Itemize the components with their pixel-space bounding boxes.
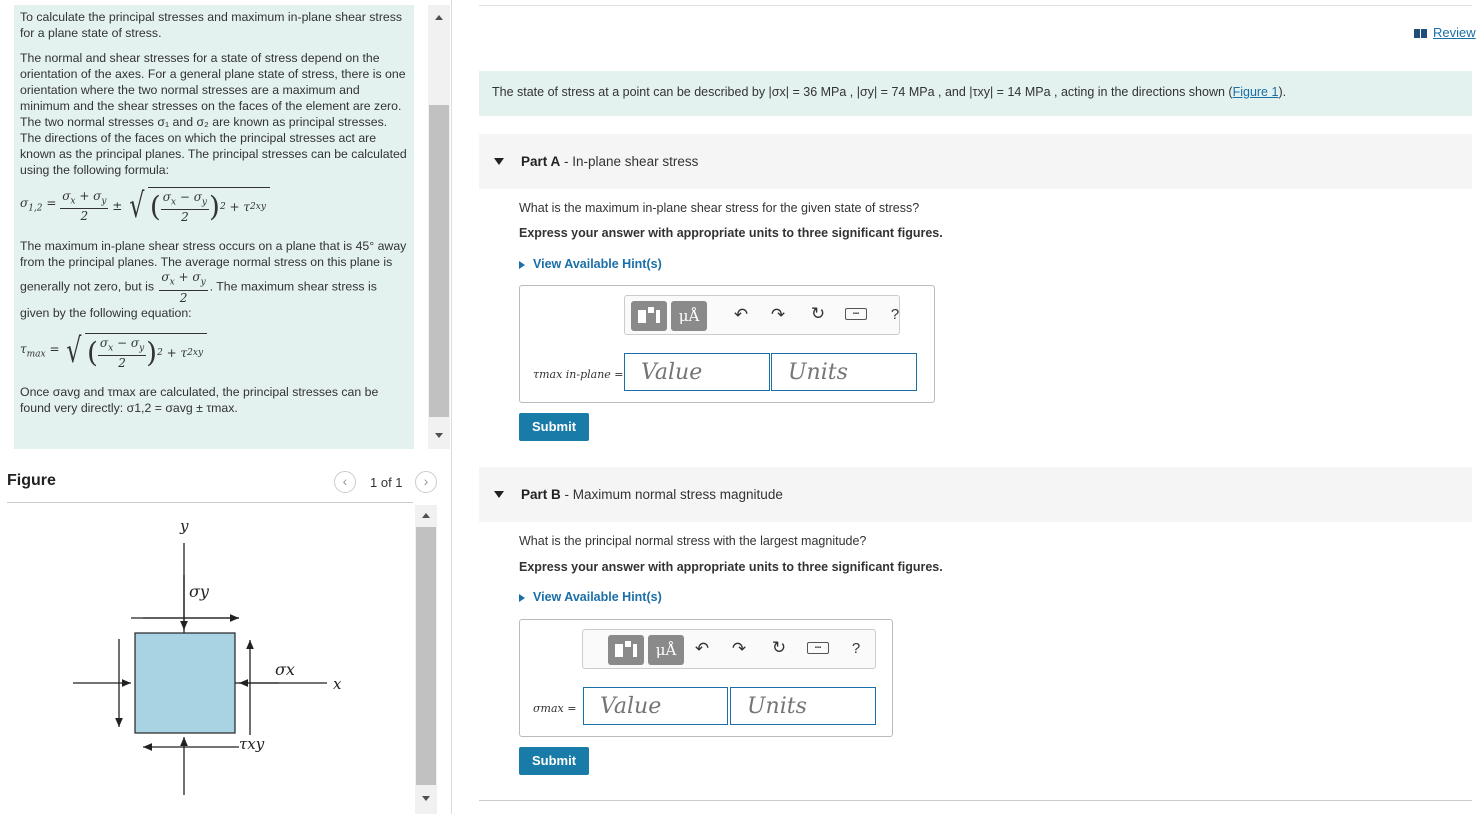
bottom-divider (479, 800, 1472, 801)
stress-element-diagram: y σy σx x τxy (73, 517, 342, 795)
part-a-answer-box: μÅ ↶ ↷ ↻ ▪▪▪ ? τmax in-plane = (519, 285, 935, 403)
figure-link[interactable]: Figure 1 (1233, 85, 1279, 99)
intro-paragraph-2: The normal and shear stresses for a stat… (20, 51, 407, 177)
undo-icon[interactable]: ↶ (691, 639, 713, 659)
part-b-answer-label: σmax = (533, 702, 577, 715)
part-b-value-input[interactable] (583, 687, 728, 725)
part-a-instruction: Express your answer with appropriate uni… (519, 226, 943, 240)
scroll-down-icon[interactable] (435, 433, 443, 438)
part-a-header[interactable]: Part A - In-plane shear stress (479, 134, 1472, 189)
redo-icon[interactable]: ↷ (767, 305, 789, 325)
collapse-caret-icon[interactable] (494, 158, 504, 165)
max-shear-formula: τmax = √(σx − σy 2) 2 + τ 2 xy (20, 332, 408, 370)
sigma-x-label: σx (275, 660, 295, 679)
figure-next-button[interactable]: › (415, 471, 437, 493)
figure-divider (7, 502, 413, 503)
part-b-header[interactable]: Part B - Maximum normal stress magnitude (479, 467, 1472, 522)
reset-icon[interactable]: ↻ (807, 304, 829, 324)
review-icon (1414, 29, 1428, 39)
part-b-hint-link[interactable]: View Available Hint(s) (519, 590, 662, 604)
figure-scroll-down-icon[interactable] (422, 796, 430, 801)
figure-page-count: 1 of 1 (370, 475, 403, 490)
part-b-toolbar: μÅ ↶ ↷ ↻ ▪▪▪ ? (582, 629, 876, 669)
figure-title: Figure (7, 472, 56, 489)
intro-paragraph-1: To calculate the principal stresses and … (20, 10, 403, 40)
figure-scroll-thumb[interactable] (416, 527, 436, 785)
keyboard-icon[interactable]: ▪▪▪ (845, 308, 867, 320)
part-a-value-input[interactable] (624, 353, 770, 391)
part-b-title: Part B - Maximum normal stress magnitude (521, 487, 783, 502)
problem-text: The state of stress at a point can be de… (492, 85, 1233, 99)
template-icon[interactable] (608, 635, 644, 665)
left-pane: To calculate the principal stresses and … (0, 0, 452, 814)
problem-statement: The state of stress at a point can be de… (479, 71, 1472, 116)
keyboard-icon[interactable]: ▪▪▪ (807, 642, 829, 654)
part-a-hint-link[interactable]: View Available Hint(s) (519, 257, 662, 271)
part-a-answer-label: τmax in-plane = (533, 368, 624, 381)
intro-paragraph-3: The maximum in-plane shear stress occurs… (20, 239, 407, 320)
figure-prev-button[interactable]: ‹ (334, 471, 356, 493)
expand-triangle-icon (519, 593, 525, 602)
figure-header: Figure ‹ 1 of 1 › (0, 462, 452, 502)
part-a-question: What is the maximum in-plane shear stres… (519, 201, 920, 215)
figure-scrollbar[interactable] (415, 505, 437, 814)
part-a-title: Part A - In-plane shear stress (521, 154, 699, 169)
help-icon[interactable]: ? (845, 640, 867, 657)
intro-scrollbar[interactable] (428, 5, 450, 449)
part-b-answer-box: μÅ ↶ ↷ ↻ ▪▪▪ ? σmax = (519, 619, 893, 737)
top-divider (479, 5, 1472, 6)
x-axis-label: x (333, 675, 342, 693)
intro-scroll-thumb[interactable] (429, 105, 449, 417)
part-a-units-input[interactable] (771, 353, 917, 391)
figure-scroll-up-icon[interactable] (422, 513, 430, 518)
stress-element (134, 632, 236, 734)
principal-stress-formula: σ1,2 = σx + σy 2 ± √(σx − σy 2) 2 + τ 2 xy (20, 187, 408, 224)
scroll-up-icon[interactable] (435, 15, 443, 20)
sigma-y-label: σy (189, 582, 210, 601)
y-axis-label: y (179, 517, 189, 535)
intro-paragraph-4: Once σavg and τmax are calculated, the p… (20, 385, 379, 416)
part-b-units-input[interactable] (730, 687, 876, 725)
intro-panel: To calculate the principal stresses and … (14, 5, 414, 449)
reset-icon[interactable]: ↻ (768, 638, 790, 658)
figure-area: y σy σx x τxy (7, 505, 413, 814)
collapse-caret-icon[interactable] (494, 491, 504, 498)
help-icon[interactable]: ? (884, 306, 906, 323)
expand-triangle-icon (519, 260, 525, 269)
part-b-submit-button[interactable]: Submit (519, 747, 589, 775)
template-icon[interactable] (631, 301, 667, 331)
units-mu-button[interactable]: μÅ (671, 301, 707, 331)
redo-icon[interactable]: ↷ (728, 639, 750, 659)
tau-xy-label: τxy (239, 735, 265, 753)
units-mu-button[interactable]: μÅ (648, 635, 684, 665)
part-a-submit-button[interactable]: Submit (519, 413, 589, 441)
undo-icon[interactable]: ↶ (730, 305, 752, 325)
part-b-question: What is the principal normal stress with… (519, 534, 867, 548)
review-link[interactable]: Review (1414, 25, 1476, 40)
part-b-instruction: Express your answer with appropriate uni… (519, 560, 943, 574)
part-a-toolbar: μÅ ↶ ↷ ↻ ▪▪▪ ? (624, 295, 900, 335)
